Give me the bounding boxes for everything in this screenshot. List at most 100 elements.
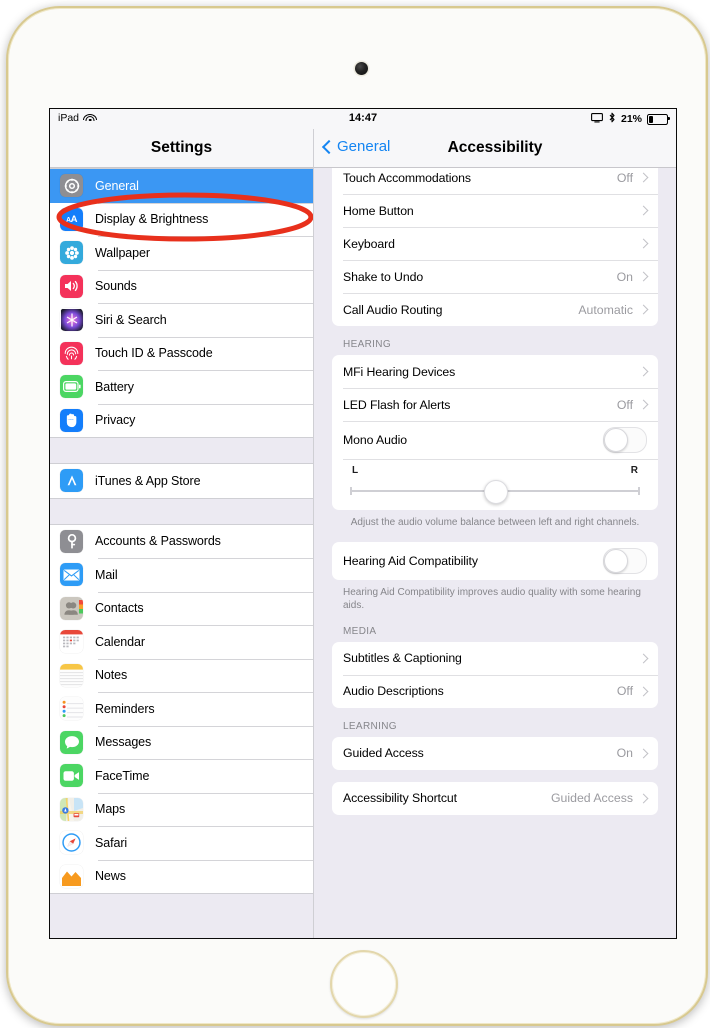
settings-row-guided-access[interactable]: Guided Access On	[332, 737, 658, 770]
balance-slider-row[interactable]: LR	[332, 459, 658, 510]
home-button[interactable]	[330, 950, 398, 1018]
sidebar-item-label: Wallpaper	[95, 245, 150, 260]
siri-icon	[60, 308, 83, 331]
settings-row-value: Automatic	[578, 302, 633, 317]
sidebar-group: Accounts & Passwords Mail Contacts Calendar…	[50, 523, 313, 894]
gear-icon	[60, 174, 83, 198]
section-footer: Hearing Aid Compatibility improves audio…	[343, 586, 641, 612]
sidebar-item-sounds[interactable]: Sounds	[50, 269, 313, 303]
facetime-icon	[60, 764, 83, 788]
chevron-right-icon	[638, 366, 649, 377]
slider-cap-left	[350, 486, 352, 495]
sidebar-item-battery[interactable]: Battery	[50, 370, 313, 404]
chevron-right-icon	[638, 748, 649, 758]
ipad-device: iPad 14:47 21% Settings General AA Displ…	[6, 6, 708, 1026]
sidebar-item-general[interactable]: General	[50, 169, 313, 203]
sidebar-item-label: iTunes & App Store	[95, 473, 201, 488]
sidebar-item-reminders[interactable]: Reminders	[50, 692, 313, 726]
chevron-right-icon	[638, 172, 649, 183]
settings-row-value: Off	[616, 170, 633, 185]
sidebar-item-calendar[interactable]: Calendar	[50, 625, 313, 659]
settings-row-keyboard[interactable]: Keyboard	[332, 227, 658, 260]
settings-row-value: Off	[616, 397, 633, 412]
sidebar-item-notes[interactable]: Notes	[50, 658, 313, 692]
settings-row-label: MFi Hearing Devices	[343, 364, 456, 379]
key-icon	[60, 529, 83, 553]
sidebar-item-label: Mail	[95, 567, 118, 582]
chevron-right-icon	[638, 793, 649, 803]
chevron-right-icon	[638, 399, 649, 410]
settings-row-value: On	[616, 269, 633, 284]
sidebar-item-label: Touch ID & Passcode	[95, 346, 213, 361]
chevron-right-icon	[638, 686, 649, 696]
slider-knob[interactable]	[484, 480, 508, 504]
chevron-right-icon	[638, 271, 649, 282]
sidebar-item-label: Privacy	[95, 413, 136, 428]
sidebar-item-maps[interactable]: Maps	[50, 792, 313, 826]
sidebar-group-separator	[50, 438, 313, 463]
settings-row-shake-to-undo[interactable]: Shake to Undo On	[332, 260, 658, 293]
sidebar-item-safari[interactable]: Safari	[50, 826, 313, 860]
settings-sidebar: Settings General AA Display & Brightness Wa…	[50, 129, 314, 938]
section-header: LEARNING	[343, 720, 397, 732]
calendar-icon	[60, 630, 83, 654]
chevron-right-icon	[638, 653, 649, 663]
sidebar-item-label: Safari	[95, 835, 128, 850]
balance-slider[interactable]	[346, 480, 644, 504]
settings-row-label: Mono Audio	[343, 433, 407, 447]
settings-card: Subtitles & Captioning Audio Descriptions…	[332, 641, 658, 708]
sidebar-group: General AA Display & Brightness Wallpaper So…	[50, 168, 313, 438]
toggle-switch[interactable]	[603, 547, 647, 574]
contacts-icon	[60, 596, 83, 620]
sidebar-item-itunes-app-store[interactable]: iTunes & App Store	[50, 464, 313, 498]
sidebar-item-label: Calendar	[95, 634, 145, 649]
sidebar-item-label: Reminders	[95, 701, 155, 716]
speaker-icon	[60, 274, 83, 298]
settings-row-mono-audio[interactable]: Mono Audio	[332, 421, 658, 459]
sidebar-item-touch-id-passcode[interactable]: Touch ID & Passcode	[50, 336, 313, 370]
sidebar-item-news[interactable]: News	[50, 859, 313, 893]
slider-right-label: R	[630, 465, 638, 476]
split-view: Settings General AA Display & Brightness Wa…	[50, 129, 676, 938]
sidebar-item-privacy[interactable]: Privacy	[50, 403, 313, 437]
sidebar-item-facetime[interactable]: FaceTime	[50, 759, 313, 793]
reminders-icon	[60, 697, 83, 721]
settings-row-home-button[interactable]: Home Button	[332, 194, 658, 227]
settings-row-audio-descriptions[interactable]: Audio Descriptions Off	[332, 674, 658, 708]
sidebar-item-display-brightness[interactable]: AA Display & Brightness	[50, 202, 313, 236]
settings-row-label: Call Audio Routing	[343, 302, 443, 317]
settings-row-accessibility-shortcut[interactable]: Accessibility Shortcut Guided Access	[332, 782, 658, 815]
sidebar-item-accounts-passwords[interactable]: Accounts & Passwords	[50, 524, 313, 558]
sidebar-item-mail[interactable]: Mail	[50, 558, 313, 592]
wallpaper-icon	[60, 241, 83, 265]
settings-row-mfi-hearing-devices[interactable]: MFi Hearing Devices	[332, 355, 658, 388]
settings-row-value: Off	[616, 684, 633, 698]
sidebar-item-label: Display & Brightness	[95, 212, 209, 227]
mail-icon	[60, 563, 83, 587]
battery-percent-label: 21%	[620, 113, 642, 125]
settings-row-led-flash-for-alerts[interactable]: LED Flash for Alerts Off	[332, 388, 658, 421]
accessibility-settings-list[interactable]: Touch Accommodations Off Home Button Keyboa…	[314, 161, 676, 815]
safari-icon	[60, 831, 83, 855]
sidebar-item-label: General	[95, 178, 139, 193]
text-size-icon: AA	[60, 207, 83, 231]
settings-row-subtitles-captioning[interactable]: Subtitles & Captioning	[332, 642, 658, 675]
settings-row-label: Shake to Undo	[343, 269, 424, 284]
sidebar-item-messages[interactable]: Messages	[50, 725, 313, 759]
sidebar-item-wallpaper[interactable]: Wallpaper	[50, 236, 313, 270]
status-bar-right: 21%	[591, 112, 670, 126]
settings-card: MFi Hearing Devices LED Flash for Alerts O…	[332, 355, 658, 510]
settings-row-label: Home Button	[343, 203, 414, 218]
settings-row-label: Audio Descriptions	[343, 684, 444, 698]
sidebar-list[interactable]: General AA Display & Brightness Wallpaper So…	[50, 168, 313, 894]
settings-row-hearing-aid-compatibility[interactable]: Hearing Aid Compatibility	[332, 542, 658, 580]
sidebar-item-siri-search[interactable]: Siri & Search	[50, 303, 313, 337]
settings-row-label: Accessibility Shortcut	[343, 791, 457, 805]
settings-row-call-audio-routing[interactable]: Call Audio Routing Automatic	[332, 293, 658, 326]
status-bar-time: 14:47	[348, 112, 378, 124]
sidebar-item-contacts[interactable]: Contacts	[50, 591, 313, 625]
toggle-switch[interactable]	[603, 427, 647, 453]
notes-icon	[60, 663, 83, 687]
slider-cap-right	[638, 486, 640, 495]
settings-row-touch-accommodations[interactable]: Touch Accommodations Off	[332, 161, 658, 194]
